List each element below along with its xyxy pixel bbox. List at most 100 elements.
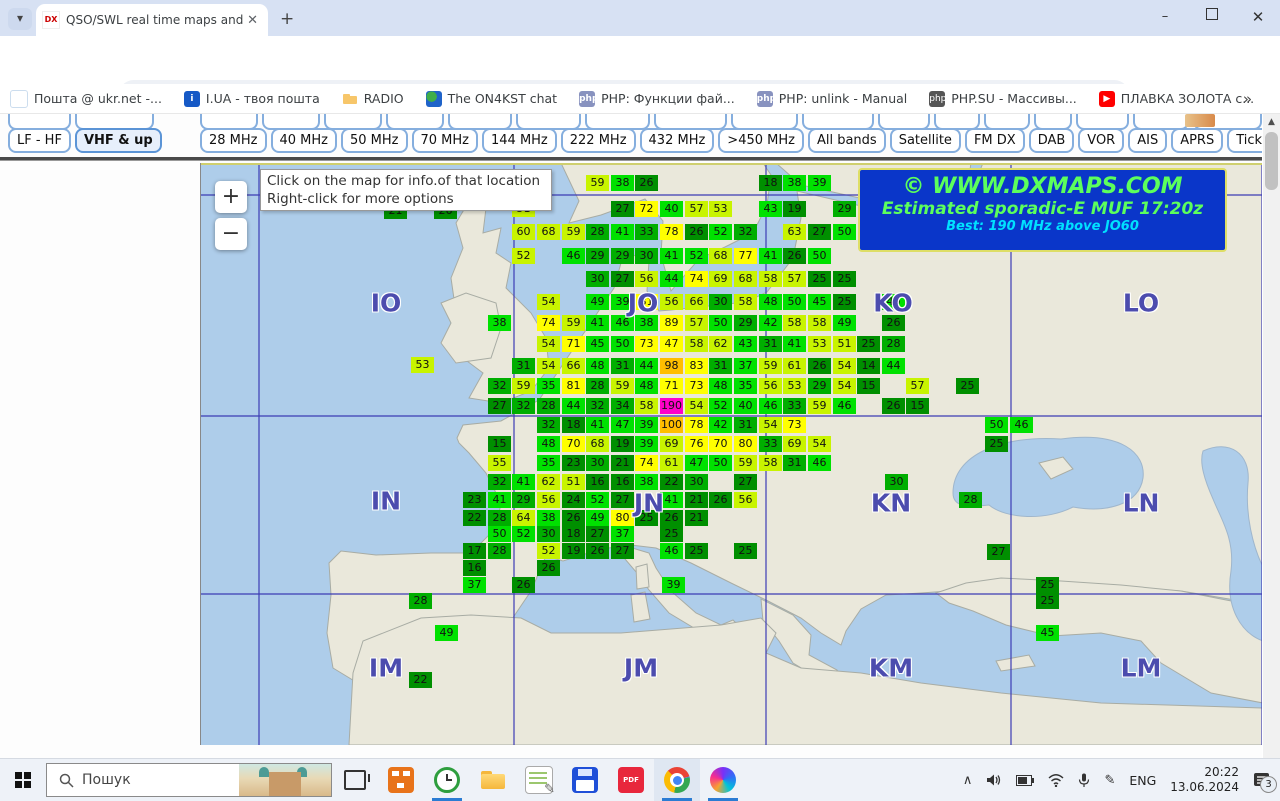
muf-cell[interactable]: 69 xyxy=(709,271,732,287)
muf-cell[interactable]: 55 xyxy=(488,455,511,471)
muf-cell[interactable]: 49 xyxy=(586,510,609,526)
muf-cell[interactable]: 42 xyxy=(759,315,782,331)
tab-vhf-up[interactable]: VHF & up xyxy=(75,128,162,153)
muf-cell[interactable]: 37 xyxy=(611,526,634,542)
taskbar-app-explorer[interactable] xyxy=(470,759,516,801)
muf-cell[interactable]: 32 xyxy=(586,398,609,414)
muf-cell[interactable]: 23 xyxy=(562,455,585,471)
muf-cell[interactable]: 78 xyxy=(660,224,683,240)
muf-cell[interactable]: 58 xyxy=(759,271,782,287)
muf-cell[interactable]: 25 xyxy=(660,526,683,542)
tab-ticker[interactable]: Ticker xyxy=(1227,128,1262,153)
muf-cell[interactable]: 28 xyxy=(882,336,905,352)
bookmark-php-unlink-manual[interactable]: phpPHP: unlink - Manual xyxy=(757,91,908,107)
muf-cell[interactable]: 31 xyxy=(611,358,634,374)
vertical-scrollbar[interactable]: ▲ xyxy=(1263,114,1280,758)
tab-satellite[interactable]: Satellite xyxy=(890,128,961,153)
muf-cell[interactable]: 78 xyxy=(685,417,708,433)
muf-cell[interactable]: 54 xyxy=(537,336,560,352)
tab-450-mhz[interactable]: >450 MHz xyxy=(718,128,804,153)
muf-cell[interactable]: 63 xyxy=(783,224,806,240)
muf-cell[interactable]: 37 xyxy=(734,358,757,374)
muf-cell[interactable]: 29 xyxy=(512,492,535,508)
muf-cell[interactable]: 48 xyxy=(537,436,560,452)
muf-cell[interactable]: 41 xyxy=(586,315,609,331)
muf-cell[interactable]: 43 xyxy=(734,336,757,352)
muf-cell[interactable]: 41 xyxy=(660,248,683,264)
muf-cell[interactable]: 25 xyxy=(833,294,856,310)
muf-cell[interactable]: 27 xyxy=(488,398,511,414)
muf-cell[interactable]: 48 xyxy=(709,378,732,394)
muf-cell[interactable]: 38 xyxy=(537,510,560,526)
muf-cell[interactable]: 25 xyxy=(685,543,708,559)
muf-cell[interactable]: 58 xyxy=(783,315,806,331)
muf-cell[interactable]: 57 xyxy=(906,378,929,394)
muf-cell[interactable]: 45 xyxy=(808,294,831,310)
bookmark-the-on4kst-chat[interactable]: The ON4KST chat xyxy=(426,91,557,107)
taskbar-app-clock[interactable] xyxy=(424,759,470,801)
muf-cell[interactable]: 52 xyxy=(512,526,535,542)
muf-cell[interactable]: 40 xyxy=(660,201,683,217)
muf-cell[interactable]: 39 xyxy=(635,436,658,452)
muf-cell[interactable]: 46 xyxy=(1010,417,1033,433)
muf-cell[interactable]: 22 xyxy=(463,510,486,526)
clock-datetime[interactable]: 20:22 13.06.2024 xyxy=(1170,765,1239,795)
muf-cell[interactable]: 45 xyxy=(586,336,609,352)
muf-cell[interactable]: 52 xyxy=(709,224,732,240)
muf-cell[interactable]: 61 xyxy=(783,358,806,374)
bookmark-php[interactable]: phpPHP: Функции фай... xyxy=(579,91,735,107)
muf-cell[interactable]: 60 xyxy=(512,224,535,240)
muf-cell[interactable]: 19 xyxy=(783,201,806,217)
muf-cell[interactable]: 71 xyxy=(562,336,585,352)
muf-cell[interactable]: 15 xyxy=(488,436,511,452)
muf-cell[interactable]: 54 xyxy=(685,398,708,414)
notification-center-icon[interactable]: 3 xyxy=(1253,772,1270,788)
window-minimize-button[interactable]: – xyxy=(1145,0,1185,34)
muf-cell[interactable]: 25 xyxy=(985,436,1008,452)
muf-cell[interactable]: 43 xyxy=(759,201,782,217)
muf-cell[interactable]: 73 xyxy=(783,417,806,433)
muf-cell[interactable]: 52 xyxy=(537,543,560,559)
bookmark-php-su[interactable]: phpPHP.SU - Массивы... xyxy=(929,91,1077,107)
muf-cell[interactable]: 21 xyxy=(685,492,708,508)
task-view-button[interactable] xyxy=(332,759,378,801)
bookmark-radio[interactable]: RADIO xyxy=(342,91,404,107)
zoom-in-button[interactable]: + xyxy=(215,181,247,213)
tab-50-mhz[interactable]: 50 MHz xyxy=(341,128,408,153)
muf-cell[interactable]: 29 xyxy=(611,248,634,264)
muf-cell[interactable]: 50 xyxy=(783,294,806,310)
muf-cell[interactable]: 56 xyxy=(537,492,560,508)
zoom-out-button[interactable]: − xyxy=(215,218,247,250)
muf-cell[interactable]: 72 xyxy=(635,201,658,217)
muf-cell[interactable]: 31 xyxy=(709,358,732,374)
muf-cell[interactable]: 68 xyxy=(586,436,609,452)
muf-cell[interactable]: 50 xyxy=(808,248,831,264)
tab-lf-hf[interactable]: LF - HF xyxy=(8,128,71,153)
muf-cell[interactable]: 41 xyxy=(488,492,511,508)
muf-cell[interactable]: 59 xyxy=(734,455,757,471)
muf-cell[interactable]: 35 xyxy=(734,378,757,394)
muf-cell[interactable]: 73 xyxy=(635,336,658,352)
muf-cell[interactable]: 58 xyxy=(685,336,708,352)
muf-cell[interactable]: 29 xyxy=(833,201,856,217)
language-indicator[interactable]: ENG xyxy=(1129,773,1156,788)
muf-cell[interactable]: 56 xyxy=(759,378,782,394)
muf-cell[interactable]: 33 xyxy=(783,398,806,414)
taskbar-app-pdf[interactable]: PDF xyxy=(608,759,654,801)
tab-search-icon[interactable]: ▾ xyxy=(8,8,32,30)
muf-cell[interactable]: 53 xyxy=(783,378,806,394)
muf-cell[interactable]: 22 xyxy=(409,672,432,688)
muf-cell[interactable]: 50 xyxy=(611,336,634,352)
search-highlight-image[interactable] xyxy=(239,764,331,796)
muf-cell[interactable]: 56 xyxy=(660,294,683,310)
muf-cell[interactable]: 98 xyxy=(660,358,683,374)
propagation-map[interactable]: 5938261838392126512772405753431929606859… xyxy=(200,163,1262,745)
muf-cell[interactable]: 49 xyxy=(435,625,458,641)
muf-cell[interactable]: 27 xyxy=(611,492,634,508)
muf-cell[interactable]: 28 xyxy=(537,398,560,414)
muf-cell[interactable]: 29 xyxy=(808,378,831,394)
muf-cell[interactable]: 35 xyxy=(537,455,560,471)
muf-cell[interactable]: 45 xyxy=(1036,625,1059,641)
muf-cell[interactable]: 38 xyxy=(783,175,806,191)
taskbar-search-input[interactable]: Пошук xyxy=(46,763,332,797)
